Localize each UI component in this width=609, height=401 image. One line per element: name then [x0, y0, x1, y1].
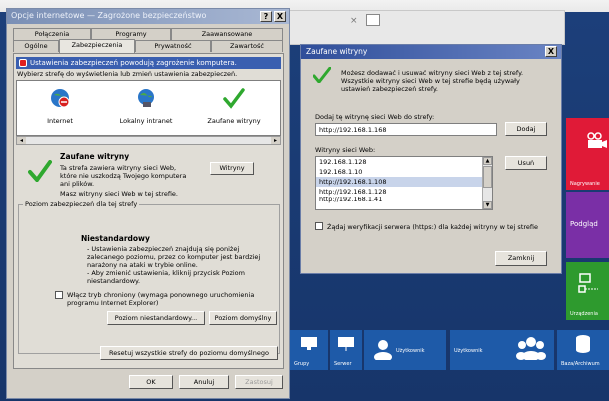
background-maximize-icon[interactable]: [366, 14, 380, 26]
level-line: narażony na ataki w trybie online.: [87, 261, 198, 269]
dialog-title: Opcje internetowe — Zagrożone bezpieczeń…: [7, 9, 289, 24]
level-line: zalecanego poziomu, przez co komputer je…: [87, 253, 261, 261]
security-panel: Ustawienia zabezpieczeń powodują zagroże…: [13, 53, 284, 369]
zone-list: Internet Lokalny intranet Zaufane witryn…: [16, 80, 281, 136]
close-button[interactable]: Zamknij: [495, 251, 547, 266]
list-item[interactable]: http://192.168.1.41: [316, 197, 492, 203]
sites-list[interactable]: 192.168.1.128 192.168.1.10 http://192.16…: [315, 156, 493, 210]
list-item[interactable]: http://192.168.1.128: [316, 187, 492, 197]
zone-scrollbar[interactable]: ◂ ▸: [16, 136, 281, 145]
scroll-down-icon[interactable]: ▼: [483, 201, 492, 209]
level-line: - Ustawienia zabezpieczeń znajdują się p…: [87, 245, 240, 253]
checkmark-icon: [223, 88, 245, 109]
protected-mode-checkbox[interactable]: [55, 291, 63, 299]
require-https-label: Żądaj weryfikacji serwera (https:) dla k…: [327, 223, 538, 231]
require-https-checkbox[interactable]: [315, 222, 323, 230]
scroll-left-icon[interactable]: ◂: [17, 137, 26, 144]
trusted-sites-dialog: Zaufane witryny X Możesz dodawać i usuwa…: [300, 44, 562, 274]
scroll-thumb[interactable]: [483, 166, 492, 188]
list-item[interactable]: 192.168.1.10: [316, 167, 492, 177]
tab-content[interactable]: Zawartość: [211, 40, 283, 52]
tile-groups[interactable]: Grupy: [290, 330, 328, 370]
monitor-icon: [301, 337, 317, 350]
custom-level-button[interactable]: Poziom niestandardowy...: [107, 311, 205, 325]
user-icon: [374, 340, 392, 360]
background-window: [285, 10, 565, 45]
database-icon: [576, 335, 590, 353]
zone-label: Lokalny intranet: [119, 117, 173, 125]
sites-list-label: Witryny sieci Web:: [315, 146, 376, 154]
sites-button[interactable]: Witryny: [210, 162, 254, 175]
tab-general[interactable]: Ogólne: [13, 40, 59, 52]
add-site-input[interactable]: http://192.168.1.168: [315, 123, 497, 136]
server-icon: [338, 337, 354, 351]
zone-description: Ta strefa zawiera witryny sieci Web, któ…: [60, 164, 187, 188]
apply-button[interactable]: Zastosuj: [235, 375, 283, 389]
tile-user[interactable]: Użytkownik: [364, 330, 446, 370]
tile-label: Użytkownik: [454, 348, 483, 354]
group-legend: Poziom zabezpieczeń dla tej strefy: [23, 200, 140, 208]
tile-server[interactable]: Serwer: [330, 330, 362, 370]
zone-intranet[interactable]: Lokalny intranet: [111, 87, 181, 125]
security-warning-bar[interactable]: Ustawienia zabezpieczeń powodują zagroże…: [16, 57, 281, 69]
tab-advanced[interactable]: Zaawansowane: [171, 28, 283, 40]
scroll-right-icon[interactable]: ▸: [271, 137, 280, 144]
tile-users[interactable]: Użytkownik: [450, 330, 554, 370]
tile-label: Podgląd: [570, 220, 598, 228]
list-scrollbar[interactable]: ▲ ▼: [482, 157, 492, 209]
tile-devices[interactable]: Urządzenia: [566, 262, 609, 320]
tile-label: Użytkownik: [396, 348, 425, 354]
globe-blocked-icon: [51, 89, 70, 108]
internet-options-dialog: Opcje internetowe — Zagrożone bezpieczeń…: [6, 8, 290, 399]
info-text: Możesz dodawać i usuwać witryny sieci We…: [341, 69, 524, 93]
checkmark-large-icon: [28, 160, 52, 182]
tile-label: Nagrywanie: [570, 181, 600, 187]
level-title: Niestandardowy: [81, 234, 150, 243]
zone-label: Zaufane witryny: [207, 117, 261, 125]
level-line: niestandardowy.: [87, 277, 141, 285]
tab-privacy[interactable]: Prywatność: [135, 40, 211, 52]
protected-mode-label: Włącz tryb chroniony (wymaga ponownego u…: [67, 291, 255, 307]
shield-warning-icon: [19, 59, 27, 67]
select-zone-text: Wybierz strefę do wyświetlenia lub zmień…: [17, 70, 238, 78]
users-icon: [516, 337, 546, 360]
checkmark-icon: [313, 67, 331, 83]
zone-label: Internet: [47, 117, 73, 125]
add-site-label: Dodaj tę witrynę sieci Web do strefy:: [315, 113, 435, 121]
add-button[interactable]: Dodaj: [505, 122, 547, 136]
tile-label: Urządzenia: [570, 311, 598, 317]
zone-note: Masz witryny sieci Web w tej strefie.: [60, 190, 178, 198]
background-close-icon[interactable]: ×: [350, 16, 358, 26]
dialog-title: Zaufane witryny: [301, 45, 561, 59]
tile-database[interactable]: Baza/Archiwum: [557, 330, 609, 370]
intranet-globe-icon: [138, 89, 154, 107]
tab-row-bottom: Ogólne Zabezpieczenia Prywatność Zawarto…: [13, 39, 283, 53]
zone-title: Zaufane witryny: [60, 152, 130, 161]
remove-button[interactable]: Usuń: [505, 156, 547, 170]
default-level-button[interactable]: Poziom domyślny: [209, 311, 277, 325]
list-item-selected[interactable]: http://192.168.1.108: [316, 177, 492, 187]
level-line: - Aby zmienić ustawienia, kliknij przyci…: [87, 269, 245, 277]
close-icon[interactable]: X: [274, 11, 286, 22]
ok-button[interactable]: OK: [129, 375, 173, 389]
security-level-group: Poziom zabezpieczeń dla tej strefy Niest…: [18, 200, 280, 354]
close-icon[interactable]: X: [545, 46, 557, 57]
warning-text: Ustawienia zabezpieczeń powodują zagroże…: [30, 59, 237, 67]
list-item[interactable]: 192.168.1.128: [316, 157, 492, 167]
scroll-up-icon[interactable]: ▲: [483, 157, 492, 165]
camera-icon: [587, 132, 607, 148]
tile-camera[interactable]: Nagrywanie: [566, 118, 609, 190]
zone-trusted[interactable]: Zaufane witryny: [199, 87, 269, 125]
tab-row-top: Połączenia Programy Zaawansowane: [13, 28, 283, 40]
tile-label: Serwer: [334, 361, 352, 367]
reset-all-zones-button[interactable]: Resetuj wszystkie strefy do poziomu domy…: [100, 346, 278, 360]
tile-preview[interactable]: Podgląd: [566, 192, 609, 258]
tile-label: Baza/Archiwum: [561, 361, 600, 367]
devices-icon: [578, 273, 598, 293]
help-icon[interactable]: ?: [260, 11, 272, 22]
tile-label: Grupy: [294, 361, 310, 367]
tab-security[interactable]: Zabezpieczenia: [59, 39, 135, 53]
zone-internet[interactable]: Internet: [25, 87, 95, 125]
cancel-button[interactable]: Anuluj: [179, 375, 229, 389]
